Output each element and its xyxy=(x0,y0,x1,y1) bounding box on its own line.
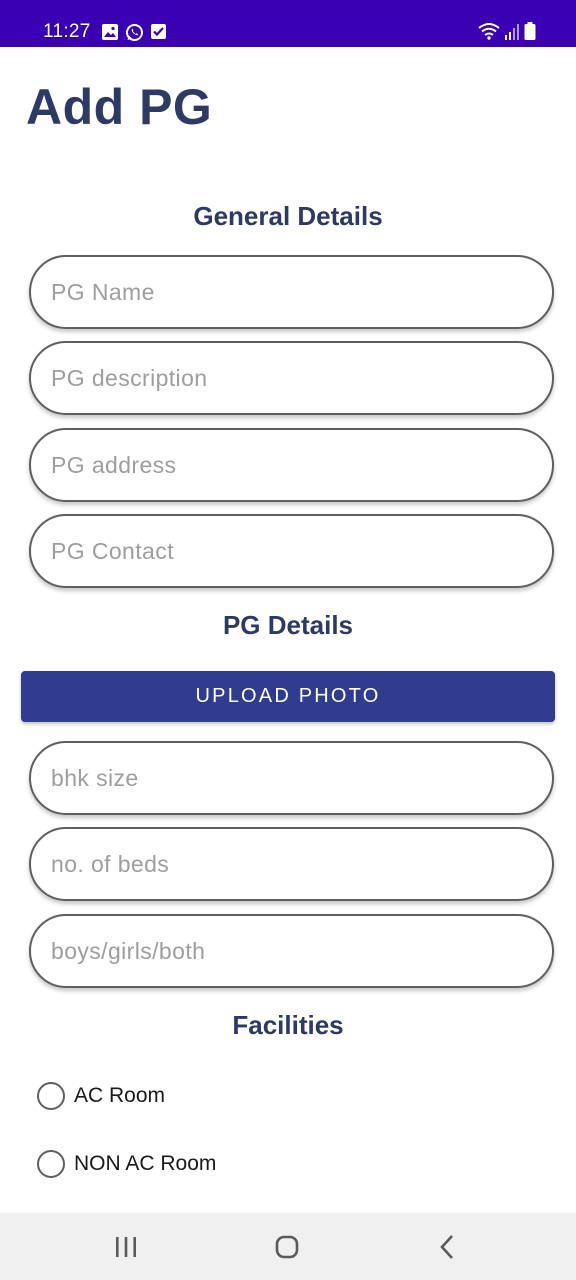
pg-address-input[interactable] xyxy=(31,430,552,500)
non-ac-room-option[interactable]: NON AC Room xyxy=(37,1149,216,1179)
pg-details-heading: PG Details xyxy=(222,610,354,640)
page-title: Add PG xyxy=(26,79,213,135)
non-ac-room-radio[interactable] xyxy=(37,1150,65,1178)
beds-count-field[interactable] xyxy=(29,827,554,901)
occupant-type-field[interactable] xyxy=(29,914,554,988)
status-time: 11:27 xyxy=(43,21,91,42)
signal-icon xyxy=(505,24,519,40)
ac-room-option[interactable]: AC Room xyxy=(37,1081,165,1111)
recent-apps-icon[interactable] xyxy=(110,1231,142,1263)
whatsapp-icon xyxy=(126,24,143,41)
navigation-bar xyxy=(0,1213,576,1280)
non-ac-room-label: NON AC Room xyxy=(74,1152,217,1175)
pg-description-input[interactable] xyxy=(31,343,552,413)
pg-address-field[interactable] xyxy=(29,428,554,502)
beds-count-input[interactable] xyxy=(31,829,552,899)
ac-room-radio[interactable] xyxy=(37,1082,65,1110)
general-details-heading: General Details xyxy=(193,201,383,231)
pg-name-field[interactable] xyxy=(29,255,554,329)
occupant-type-input[interactable] xyxy=(31,916,552,986)
pg-contact-field[interactable] xyxy=(29,514,554,588)
facilities-heading: Facilities xyxy=(232,1010,344,1040)
ac-room-label: AC Room xyxy=(74,1084,166,1107)
back-icon[interactable] xyxy=(432,1231,464,1263)
wifi-icon xyxy=(478,23,500,40)
status-system-icons xyxy=(478,22,536,40)
pg-name-input[interactable] xyxy=(31,257,552,327)
upload-photo-button[interactable]: UPLOAD PHOTO xyxy=(21,671,555,722)
home-icon[interactable] xyxy=(271,1231,303,1263)
battery-icon xyxy=(524,22,536,40)
image-icon xyxy=(102,24,118,40)
pg-description-field[interactable] xyxy=(29,341,554,415)
status-notification-icons xyxy=(101,23,167,42)
checkbox-icon xyxy=(151,24,166,39)
bhk-size-input[interactable] xyxy=(31,743,552,813)
status-bar: 11:27 xyxy=(0,0,576,47)
pg-contact-input[interactable] xyxy=(31,516,552,586)
bhk-size-field[interactable] xyxy=(29,741,554,815)
